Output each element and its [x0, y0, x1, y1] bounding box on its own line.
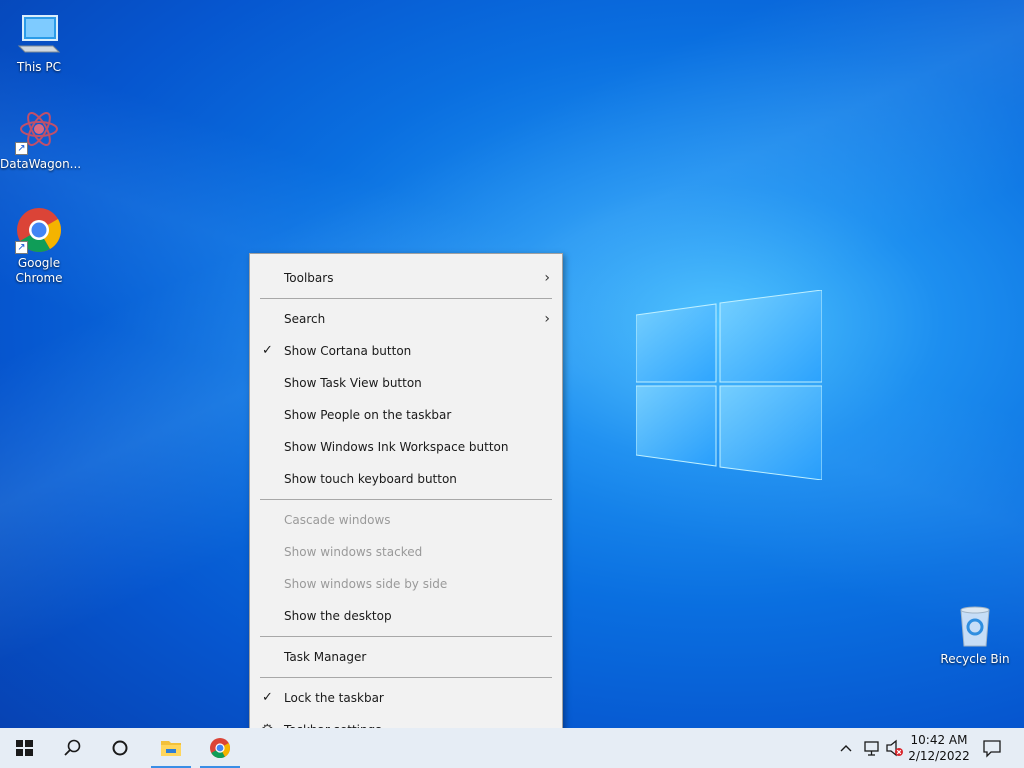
menu-item-label: Show Task View button [284, 376, 422, 390]
menu-item-label: Search [284, 312, 326, 326]
start-button[interactable] [0, 728, 48, 768]
action-center-button[interactable] [978, 728, 1006, 768]
volume-tray-button[interactable] [884, 728, 906, 768]
windows-start-icon [16, 740, 33, 756]
desktop-icon-label: DataWagon... [0, 157, 82, 171]
chrome-icon: ↗ [15, 206, 63, 254]
menu-item-show-cortana[interactable]: ✓ Show Cortana button [250, 335, 562, 367]
menu-item-toolbars[interactable]: Toolbars › [250, 262, 562, 294]
notification-icon [983, 740, 1001, 758]
clock-date: 2/12/2022 [908, 749, 970, 763]
windows-logo-wallpaper [636, 290, 822, 480]
chevron-right-icon: › [544, 270, 550, 286]
checkmark-icon: ✓ [262, 690, 273, 705]
taskbar-context-menu: Toolbars › Search › ✓ Show Cortana butto… [249, 253, 563, 755]
chevron-up-icon [840, 745, 852, 752]
menu-separator [260, 298, 552, 299]
menu-item-show-ink-workspace[interactable]: Show Windows Ink Workspace button [250, 431, 562, 463]
menu-separator [260, 677, 552, 678]
menu-item-lock-taskbar[interactable]: ✓ Lock the taskbar [250, 682, 562, 714]
menu-item-label: Show the desktop [284, 609, 392, 623]
clock-time: 10:42 AM [910, 733, 968, 747]
computer-icon [15, 10, 63, 58]
menu-item-search[interactable]: Search › [250, 303, 562, 335]
shortcut-arrow-icon: ↗ [15, 142, 28, 155]
menu-item-show-people[interactable]: Show People on the taskbar [250, 399, 562, 431]
menu-item-label: Task Manager [284, 650, 367, 664]
desktop-icon-label: Google Chrome [15, 256, 63, 285]
chevron-right-icon: › [544, 311, 550, 327]
desktop-icon-google-chrome[interactable]: ↗ Google Chrome [0, 206, 78, 286]
cortana-button[interactable] [96, 728, 144, 768]
chrome-taskbar-button[interactable] [196, 728, 244, 768]
menu-separator [260, 636, 552, 637]
network-tray-button[interactable] [860, 728, 884, 768]
cortana-icon [112, 740, 128, 756]
search-button[interactable] [48, 728, 96, 768]
file-explorer-taskbar-button[interactable] [147, 728, 195, 768]
menu-item-label: Show Windows Ink Workspace button [284, 440, 509, 454]
volume-muted-icon [886, 739, 903, 757]
checkmark-icon: ✓ [262, 343, 273, 358]
taskbar: 10:42 AM 2/12/2022 [0, 728, 1024, 768]
menu-item-label: Toolbars [284, 271, 334, 285]
desktop-icon-datawagon[interactable]: ↗ DataWagon... [0, 107, 82, 172]
shortcut-arrow-icon: ↗ [15, 241, 28, 254]
menu-item-show-touch-keyboard[interactable]: Show touch keyboard button [250, 463, 562, 495]
search-icon [64, 739, 81, 756]
menu-separator [260, 499, 552, 500]
menu-item-show-desktop[interactable]: Show the desktop [250, 600, 562, 632]
menu-item-label: Show windows stacked [284, 545, 423, 559]
menu-item-label: Lock the taskbar [284, 691, 384, 705]
recycle-bin-icon [951, 602, 999, 650]
desktop-icon-label: Recycle Bin [940, 652, 1010, 666]
app-icon: ↗ [15, 107, 63, 155]
desktop-icon-label: This PC [17, 60, 61, 74]
network-icon [864, 741, 879, 756]
menu-item-label: Show touch keyboard button [284, 472, 457, 486]
menu-item-windows-stacked: Show windows stacked [250, 536, 562, 568]
folder-icon [161, 741, 181, 756]
menu-item-show-task-view[interactable]: Show Task View button [250, 367, 562, 399]
menu-item-label: Show Cortana button [284, 344, 412, 358]
desktop-icon-this-pc[interactable]: This PC [0, 10, 78, 75]
menu-item-label: Cascade windows [284, 513, 391, 527]
menu-item-windows-side-by-side: Show windows side by side [250, 568, 562, 600]
menu-item-label: Show windows side by side [284, 577, 448, 591]
menu-item-task-manager[interactable]: Task Manager [250, 641, 562, 673]
show-hidden-icons-button[interactable] [836, 728, 856, 768]
menu-item-label: Show People on the taskbar [284, 408, 452, 422]
menu-item-cascade-windows: Cascade windows [250, 504, 562, 536]
chrome-icon [210, 738, 231, 759]
desktop-icon-recycle-bin[interactable]: Recycle Bin [936, 602, 1014, 667]
clock[interactable]: 10:42 AM 2/12/2022 [904, 732, 974, 764]
